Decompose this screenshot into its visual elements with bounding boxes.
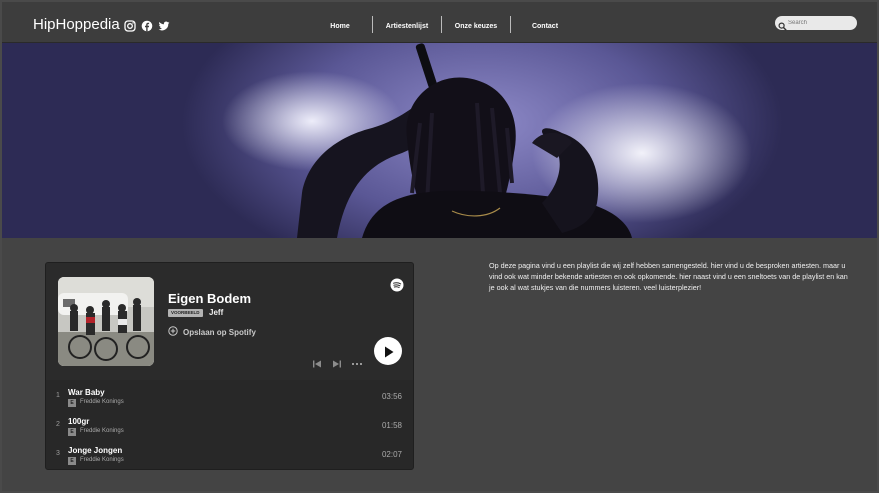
more-icon[interactable] — [351, 356, 363, 374]
add-circle-icon — [168, 323, 178, 341]
playlist-title[interactable]: Eigen Bodem — [168, 291, 251, 306]
track-title: Jonge Jongen — [68, 446, 123, 455]
track-artist[interactable]: Freddie Konings — [80, 399, 124, 405]
save-to-spotify-button[interactable]: Opslaan op Spotify — [168, 323, 256, 341]
next-icon[interactable] — [332, 356, 342, 374]
top-navbar: HipHoppedia Home Artiestenlijst Onze keu… — [2, 2, 877, 43]
site-logo[interactable]: HipHoppedia — [33, 16, 120, 33]
facebook-icon[interactable] — [141, 19, 153, 32]
track-number: 1 — [56, 392, 60, 399]
explicit-badge: E — [68, 457, 76, 465]
hero-image — [2, 43, 877, 238]
track-artist[interactable]: Freddie Konings — [80, 428, 124, 434]
spotify-icon[interactable] — [390, 278, 404, 292]
main-menu: Home Artiestenlijst Onze keuzes Contact — [308, 16, 579, 33]
track-duration: 01:58 — [381, 421, 402, 430]
track-title: War Baby — [68, 388, 105, 397]
nav-contact[interactable]: Contact — [511, 23, 579, 30]
instagram-icon[interactable] — [124, 19, 136, 32]
track-number: 2 — [56, 421, 60, 428]
play-button[interactable] — [374, 337, 402, 365]
play-icon — [384, 345, 394, 363]
playlist-owner[interactable]: Jeff — [209, 308, 223, 317]
track-artist[interactable]: Freddie Konings — [80, 457, 124, 463]
player-header: Eigen Bodem VOORBEELD Jeff Opslaan op Sp… — [46, 263, 413, 380]
track-duration: 02:07 — [381, 450, 402, 459]
nav-home[interactable]: Home — [308, 23, 372, 30]
search-icon — [778, 18, 787, 31]
track-row[interactable]: 3 Jonge Jongen E Freddie Konings 02:07 — [46, 438, 413, 467]
track-duration: 03:56 — [381, 392, 402, 401]
twitter-icon[interactable] — [158, 19, 170, 31]
previous-icon[interactable] — [312, 356, 322, 374]
nav-artiestenlijst[interactable]: Artiestenlijst — [373, 23, 441, 30]
track-title: 100gr — [68, 417, 90, 426]
track-number: 3 — [56, 450, 60, 457]
nav-onze-keuzes[interactable]: Onze keuzes — [442, 23, 510, 30]
track-row[interactable]: 2 100gr E Freddie Konings 01:58 — [46, 409, 413, 438]
explicit-badge: E — [68, 399, 76, 407]
preview-badge: VOORBEELD — [168, 309, 203, 317]
performer-silhouette — [297, 43, 632, 238]
social-links — [124, 19, 170, 32]
track-row[interactable]: 1 War Baby E Freddie Konings 03:56 — [46, 380, 413, 409]
page: HipHoppedia Home Artiestenlijst Onze keu… — [2, 2, 877, 491]
save-label: Opslaan op Spotify — [183, 327, 256, 337]
track-list: 1 War Baby E Freddie Konings 03:56 2 100… — [46, 380, 413, 467]
explicit-badge: E — [68, 428, 76, 436]
intro-paragraph: Op deze pagina vind u een playlist die w… — [489, 261, 848, 292]
spotify-embed: Eigen Bodem VOORBEELD Jeff Opslaan op Sp… — [45, 262, 414, 470]
playlist-cover[interactable] — [58, 277, 154, 366]
search-input[interactable] — [775, 16, 857, 30]
